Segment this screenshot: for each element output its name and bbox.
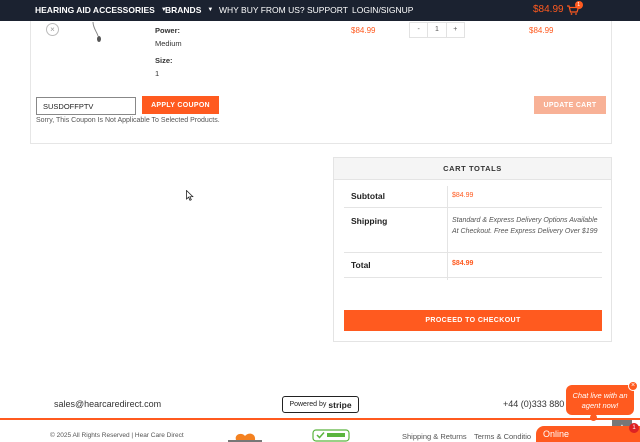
item-price: $84.99 [351,26,376,35]
powered-by-stripe-badge: Powered by stripe [282,396,359,413]
totals-row-divider [344,252,602,253]
nav-hearing-aid-accessories[interactable]: HEARING AID ACCESSORIES ▼ [35,5,167,15]
coupon-error-message: Sorry, This Coupon Is Not Applicable To … [36,117,220,124]
qty-input[interactable]: 1 [427,23,447,37]
proceed-to-checkout-button[interactable]: PROCEED TO CHECKOUT [344,310,602,331]
product-thumbnail [92,22,101,42]
footer-email-link[interactable]: sales@hearcaredirect.com [54,399,161,409]
shipping-info: Standard & Express Delivery Options Avai… [452,217,598,235]
cart-table [30,21,612,144]
cart-totals-panel: CART TOTALS Subtotal $84.99 Shipping Sta… [333,157,612,342]
mini-cart[interactable]: $84.99 1 [533,0,583,15]
chat-bubble-tail [590,414,597,421]
subtotal-value: $84.99 [452,192,474,199]
powered-by-text: Powered by [289,401,327,408]
stripe-logo: stripe [328,399,352,410]
totals-row-divider [344,277,602,278]
chat-invite-bubble[interactable]: Chat live with an agent now! [566,385,634,415]
nav-login-signup[interactable]: LOGIN/SIGNUP [352,5,413,15]
mouse-cursor-icon [186,190,194,201]
footer-phone[interactable]: +44 (0)333 880 [503,399,564,409]
caret-down-icon: ▼ [207,7,214,13]
size-label: Size: [155,56,173,65]
cloudflare-logo-icon [228,433,262,442]
coupon-code-input[interactable] [36,97,136,115]
cart-totals-heading: CART TOTALS [334,158,611,180]
qty-minus-button[interactable]: - [410,23,427,37]
power-label: Power: [155,26,181,35]
chat-close-icon[interactable]: × [628,381,638,391]
subtotal-label: Subtotal [351,191,385,201]
nav-why-buy[interactable]: WHY BUY FROM US? [219,5,305,15]
shipping-returns-link[interactable]: Shipping & Returns [402,432,467,441]
chat-unread-badge: 1 [629,423,639,433]
footer-copyright: © 2025 All Rights Reserved | Hear Care D… [50,432,184,439]
total-value: $84.99 [452,260,474,267]
footer-accent-rule [0,418,640,420]
qty-plus-button[interactable]: + [447,23,464,37]
shipping-label: Shipping [351,216,388,226]
quantity-stepper: - 1 + [409,22,465,38]
power-value: Medium [155,39,182,48]
totals-row-divider [344,207,602,208]
update-cart-button[interactable]: UPDATE CART [534,96,606,114]
totals-column-divider [447,186,448,280]
remove-item-icon[interactable]: × [46,23,59,36]
total-label: Total [351,260,371,270]
cart-icon: 1 [566,0,583,15]
cart-count-badge: 1 [574,0,583,9]
chat-online-tab[interactable]: Online [536,426,640,442]
item-subtotal: $84.99 [529,26,554,35]
nav-support[interactable]: SUPPORT [307,5,348,15]
nav-label: HEARING AID ACCESSORIES [35,5,155,15]
top-navigation: HEARING AID ACCESSORIES ▼ BRANDS ▼ WHY B… [0,0,640,21]
terms-conditions-link[interactable]: Terms & Conditio [474,432,531,441]
size-value: 1 [155,69,160,78]
nav-label: BRANDS [165,5,202,15]
mini-cart-total: $84.99 [533,4,564,15]
apply-coupon-button[interactable]: APPLY COUPON [142,96,219,114]
secure-badge-icon [312,429,350,442]
nav-brands[interactable]: BRANDS ▼ [165,5,213,15]
